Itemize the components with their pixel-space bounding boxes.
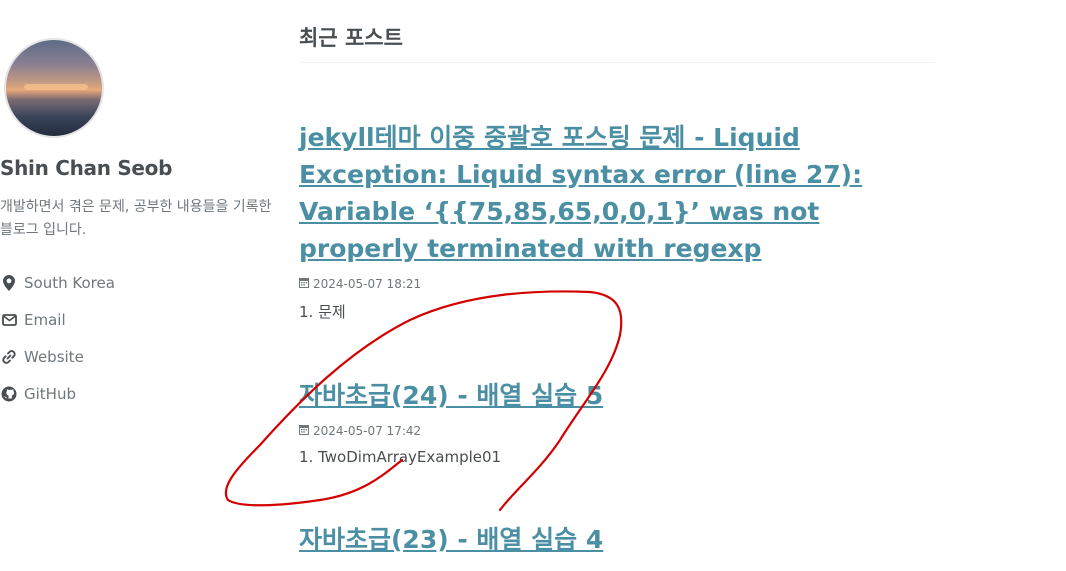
calendar-icon: [299, 424, 309, 438]
author-bio: 개발하면서 겪은 문제, 공부한 내용들을 기록한 블로그 입니다.: [0, 199, 272, 238]
post-title-link[interactable]: 자바초급(24) - 배열 실습 5: [299, 377, 939, 414]
author-link-email[interactable]: Email: [0, 301, 280, 338]
envelope-icon: [0, 311, 18, 329]
recent-posts: 최근 포스트 jekyll테마 이중 중괄호 포스팅 문제 - Liquid E…: [299, 0, 939, 558]
author-name: Shin Chan Seob: [0, 156, 173, 180]
github-icon: [0, 385, 18, 403]
location-pin-icon: [0, 274, 18, 292]
author-link-website[interactable]: Website: [0, 338, 280, 375]
author-link-label[interactable]: Email: [24, 311, 66, 329]
title-divider: [299, 62, 935, 63]
post-item: 자바초급(24) - 배열 실습 5 2024-05-07 17:42 1. T…: [299, 377, 939, 466]
author-link-location: South Korea: [0, 264, 280, 301]
post-title-link[interactable]: 자바초급(23) - 배열 실습 4: [299, 521, 939, 558]
author-sidebar: Shin Chan Seob 개발하면서 겪은 문제, 공부한 내용들을 기록한…: [0, 38, 280, 412]
post-excerpt: 1. TwoDimArrayExample01: [299, 448, 502, 466]
author-link-label[interactable]: Website: [24, 348, 84, 366]
author-link-label[interactable]: GitHub: [24, 385, 76, 403]
link-icon: [0, 348, 18, 366]
post-date: 2024-05-07 17:42: [313, 424, 422, 438]
post-excerpt: 1. 문제: [299, 303, 346, 321]
author-links: South Korea Email Website GitHub: [0, 264, 280, 412]
page-title: 최근 포스트: [299, 26, 403, 50]
calendar-icon: [299, 277, 309, 291]
post-date: 2024-05-07 18:21: [313, 277, 422, 291]
post-item: 자바초급(23) - 배열 실습 4: [299, 521, 939, 558]
post-item: jekyll테마 이중 중괄호 포스팅 문제 - Liquid Exceptio…: [299, 119, 939, 322]
author-link-label: South Korea: [24, 273, 115, 292]
post-meta: 2024-05-07 18:21: [299, 277, 939, 291]
author-avatar: [4, 38, 104, 138]
post-title-link[interactable]: jekyll테마 이중 중괄호 포스팅 문제 - Liquid Exceptio…: [299, 119, 939, 267]
post-meta: 2024-05-07 17:42: [299, 424, 939, 438]
author-link-github[interactable]: GitHub: [0, 375, 280, 412]
